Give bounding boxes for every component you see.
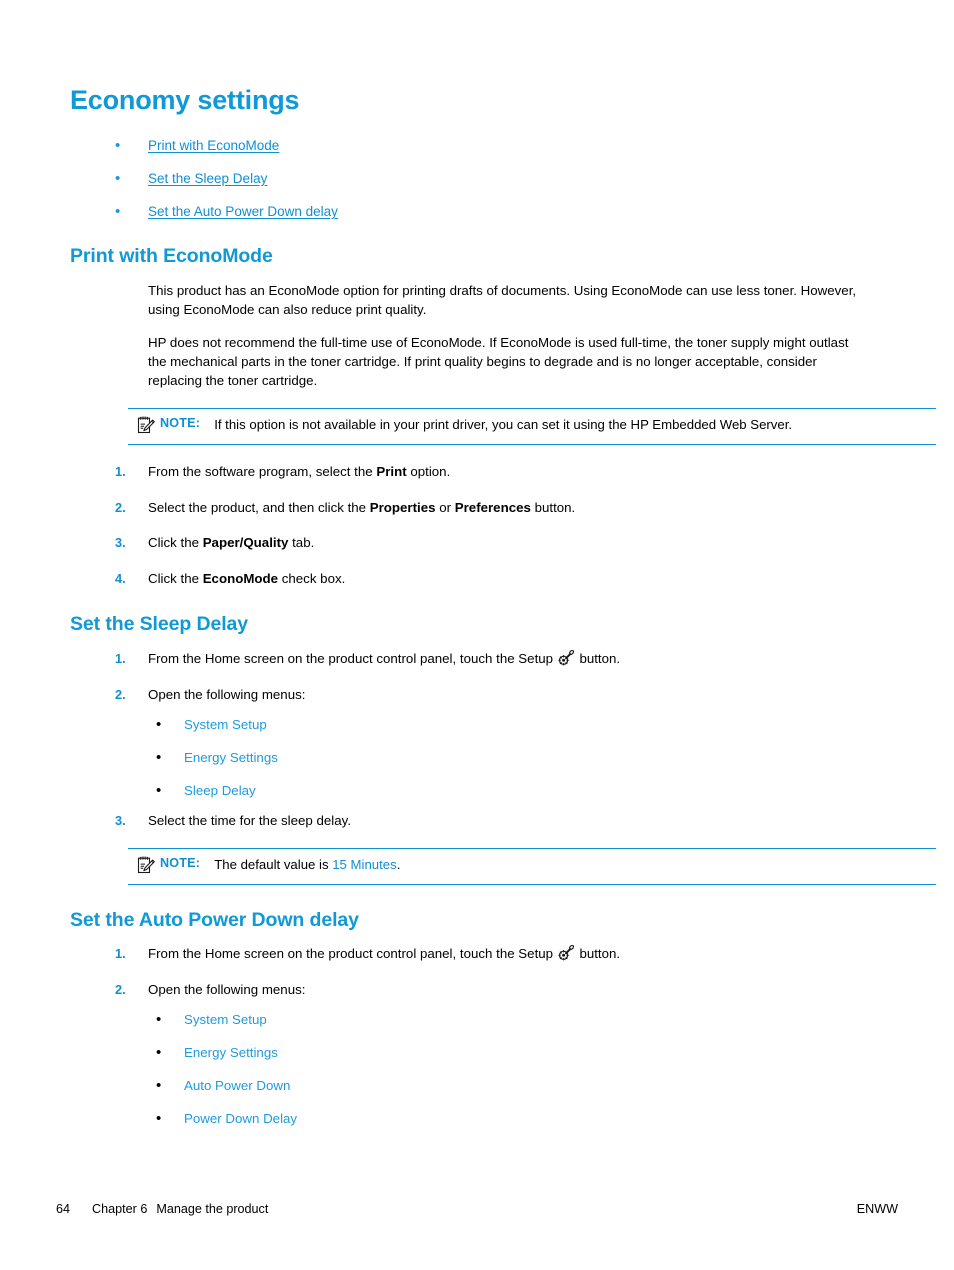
- step-text-post: check box.: [278, 570, 346, 586]
- note-pad-pencil-icon: [136, 415, 156, 435]
- step-emphasis: Print: [376, 464, 407, 480]
- step-item: Click the Paper/Quality tab.: [115, 534, 870, 553]
- menu-item-system-setup[interactable]: System Setup: [156, 716, 870, 734]
- step-text-mid: or: [435, 499, 455, 515]
- menu-item-sleep-delay[interactable]: Sleep Delay: [156, 782, 870, 800]
- list-item: Set the Auto Power Down delay: [115, 203, 870, 221]
- step-text-pre: Click the: [148, 535, 203, 551]
- step-emphasis: Paper/Quality: [202, 535, 289, 551]
- note-text: The default value is 15 Minutes.: [214, 856, 936, 874]
- step-text-post: button.: [575, 946, 621, 962]
- step-text-pre: From the Home screen on the product cont…: [148, 650, 557, 666]
- menu-item-auto-power-down[interactable]: Auto Power Down: [156, 1077, 870, 1095]
- link-print-with-economode[interactable]: Print with EconoMode: [148, 138, 279, 153]
- step-text-pre: Click the: [148, 570, 203, 586]
- step-text-post: option.: [406, 464, 451, 480]
- footer-left: 64 Chapter 6 Manage the product: [56, 1202, 268, 1216]
- note-label: NOTE:: [160, 416, 201, 431]
- step-item: Open the following menus: System Setup E…: [115, 686, 870, 800]
- note-text-pre: The default value is: [214, 856, 333, 872]
- list-item: Print with EconoMode: [115, 137, 870, 155]
- procedure-set-the-auto-power-down-delay: From the Home screen on the product cont…: [70, 944, 870, 1128]
- step-item: From the software program, select the Pr…: [115, 463, 870, 482]
- note-content: NOTE: The default value is 15 Minutes.: [128, 856, 936, 875]
- procedure-print-with-economode: From the software program, select the Pr…: [70, 463, 870, 588]
- page-title: Economy settings: [70, 85, 300, 115]
- note-text-post: .: [396, 856, 401, 872]
- footer-locale: ENWW: [856, 1202, 898, 1216]
- step-text-pre: From the software program, select the: [148, 464, 377, 480]
- step-text-post: tab.: [288, 535, 315, 551]
- note-text: If this option is not available in your …: [214, 417, 793, 433]
- paragraph-economode-recommendation: HP does not recommend the full-time use …: [148, 335, 849, 389]
- menu-item-system-setup[interactable]: System Setup: [156, 1011, 870, 1029]
- note-content: NOTE: If this option is not available in…: [128, 416, 936, 435]
- menu-item-power-down-delay[interactable]: Power Down Delay: [156, 1110, 870, 1128]
- heading-set-the-auto-power-down-delay: Set the Auto Power Down delay: [70, 908, 359, 931]
- page-content: Economy settings Print with EconoMode Se…: [70, 85, 936, 1140]
- step-item: Click the EconoMode check box.: [115, 570, 870, 589]
- step-item: From the Home screen on the product cont…: [115, 944, 870, 964]
- procedure-set-the-sleep-delay: From the Home screen on the product cont…: [70, 649, 870, 831]
- menu-path-list: System Setup Energy Settings Auto Power …: [148, 1011, 870, 1128]
- setup-wrench-icon: [558, 944, 575, 961]
- step-item: Select the product, and then click the P…: [115, 499, 870, 518]
- heading-print-with-economode: Print with EconoMode: [70, 245, 273, 268]
- step-text-pre: From the Home screen on the product cont…: [148, 946, 557, 962]
- menu-path-list: System Setup Energy Settings Sleep Delay: [148, 716, 870, 800]
- footer-page-number: 64: [56, 1202, 71, 1216]
- document-page: Economy settings Print with EconoMode Se…: [0, 0, 954, 1270]
- setup-wrench-icon: [558, 649, 575, 666]
- footer-chapter: Chapter 6: [92, 1202, 148, 1216]
- link-set-the-sleep-delay[interactable]: Set the Sleep Delay: [148, 171, 267, 186]
- step-item: Select the time for the sleep delay.: [115, 812, 870, 831]
- step-emphasis: Properties: [369, 499, 436, 515]
- step-item: From the Home screen on the product cont…: [115, 649, 870, 669]
- step-item: Open the following menus: System Setup E…: [115, 981, 870, 1128]
- page-footer: 64 Chapter 6 Manage the product ENWW: [56, 1202, 898, 1216]
- menu-item-energy-settings[interactable]: Energy Settings: [156, 749, 870, 767]
- note-label: NOTE:: [160, 855, 201, 870]
- step-text-pre: Select the product, and then click the: [148, 499, 370, 515]
- step-emphasis: EconoMode: [202, 570, 279, 586]
- note-default-value: 15 Minutes: [332, 856, 397, 872]
- list-item: Set the Sleep Delay: [115, 170, 870, 188]
- note-box-sleep-delay-default: NOTE: The default value is 15 Minutes.: [128, 847, 936, 885]
- menu-item-energy-settings[interactable]: Energy Settings: [156, 1044, 870, 1062]
- step-text-post: button.: [530, 499, 576, 515]
- step-text: Select the time for the sleep delay.: [148, 812, 352, 828]
- section-link-list: Print with EconoMode Set the Sleep Delay…: [70, 137, 870, 222]
- step-text-post: button.: [575, 650, 621, 666]
- step-text: Open the following menus:: [148, 686, 306, 702]
- link-set-the-auto-power-down-delay[interactable]: Set the Auto Power Down delay: [148, 204, 338, 219]
- heading-set-the-sleep-delay: Set the Sleep Delay: [70, 613, 249, 636]
- note-box-economode: NOTE: If this option is not available in…: [128, 408, 936, 446]
- step-emphasis-2: Preferences: [454, 499, 531, 515]
- footer-chapter-title: Manage the product: [156, 1202, 269, 1216]
- note-pad-pencil-icon: [136, 855, 156, 875]
- step-text: Open the following menus:: [148, 981, 306, 997]
- paragraph-economode-intro: This product has an EconoMode option for…: [148, 282, 857, 317]
